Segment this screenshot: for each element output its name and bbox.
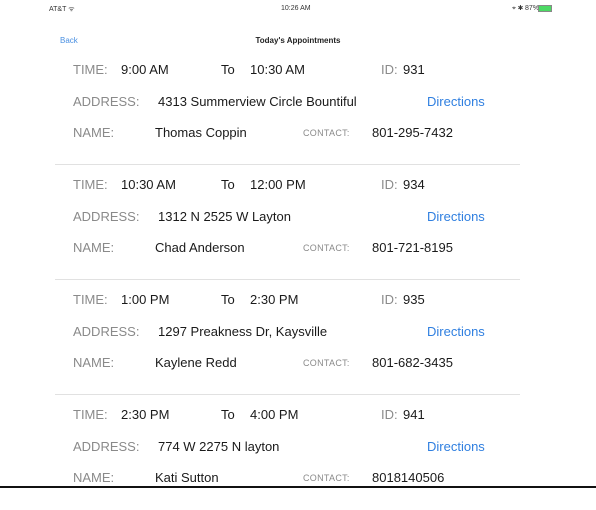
client-name: Thomas Coppin [155,125,247,140]
to-label: To [221,292,235,307]
contact-label: CONTACT: [303,243,350,253]
time-label: TIME: [73,177,108,192]
id-label: ID: [381,62,398,77]
contact-label: CONTACT: [303,128,350,138]
start-time: 10:30 AM [121,177,176,192]
address-value: 1312 N 2525 W Layton [158,209,291,224]
appointment-id: 931 [403,62,425,77]
name-label: NAME: [73,125,115,140]
appointment-card: TIME: 9:00 AM To 10:30 AM ID: 931 ADDRES… [55,50,520,165]
battery-icon [538,5,552,12]
id-label: ID: [381,177,398,192]
address-label: ADDRESS: [73,324,140,339]
status-bar: AT&T ᯤ 10:26 AM ⌖ ✱ 87% [0,0,596,20]
time-row: TIME: 1:00 PM To 2:30 PM ID: 935 [73,292,520,312]
address-value: 4313 Summerview Circle Bountiful [158,94,357,109]
contact-label: CONTACT: [303,473,350,483]
start-time: 9:00 AM [121,62,169,77]
time-label: TIME: [73,407,108,422]
appointment-card: TIME: 2:30 PM To 4:00 PM ID: 941 ADDRESS… [55,395,520,510]
bottom-border [0,486,596,488]
battery-label: ⌖ ✱ 87% [512,5,540,12]
directions-link[interactable]: Directions [427,324,485,339]
directions-link[interactable]: Directions [427,439,485,454]
client-name: Chad Anderson [155,240,245,255]
end-time: 2:30 PM [250,292,299,307]
status-time: 10:26 AM [281,5,311,12]
time-row: TIME: 10:30 AM To 12:00 PM ID: 934 [73,177,520,197]
directions-link[interactable]: Directions [427,209,485,224]
contact-phone[interactable]: 801-721-8195 [372,240,453,255]
end-time: 12:00 PM [250,177,306,192]
contact-phone[interactable]: 801-295-7432 [372,125,453,140]
to-label: To [221,177,235,192]
end-time: 10:30 AM [250,62,305,77]
appointments-list: TIME: 9:00 AM To 10:30 AM ID: 931 ADDRES… [55,50,520,510]
address-label: ADDRESS: [73,439,140,454]
start-time: 1:00 PM [121,292,170,307]
contact-phone[interactable]: 8018140506 [372,470,444,485]
time-row: TIME: 9:00 AM To 10:30 AM ID: 931 [73,62,520,82]
address-row: ADDRESS: 1312 N 2525 W Layton Directions [73,209,520,229]
id-label: ID: [381,407,398,422]
directions-link[interactable]: Directions [427,94,485,109]
name-label: NAME: [73,240,115,255]
end-time: 4:00 PM [250,407,299,422]
address-label: ADDRESS: [73,94,140,109]
appointment-id: 935 [403,292,425,307]
address-value: 774 W 2275 N layton [158,439,280,454]
address-label: ADDRESS: [73,209,140,224]
contact-phone[interactable]: 801-682-3435 [372,355,453,370]
name-row: NAME: Thomas Coppin CONTACT: 801-295-743… [73,125,520,145]
time-label: TIME: [73,292,108,307]
navigation-bar: Back Today's Appointments [0,20,596,50]
client-name: Kaylene Redd [155,355,237,370]
address-row: ADDRESS: 1297 Preakness Dr, Kaysville Di… [73,324,520,344]
start-time: 2:30 PM [121,407,170,422]
name-label: NAME: [73,355,115,370]
name-row: NAME: Chad Anderson CONTACT: 801-721-819… [73,240,520,260]
address-value: 1297 Preakness Dr, Kaysville [158,324,328,339]
address-row: ADDRESS: 4313 Summerview Circle Bountifu… [73,94,520,114]
address-row: ADDRESS: 774 W 2275 N layton Directions [73,439,520,459]
page-title: Today's Appointments [255,36,341,45]
name-label: NAME: [73,470,115,485]
to-label: To [221,62,235,77]
appointment-id: 934 [403,177,425,192]
appointment-id: 941 [403,407,425,422]
contact-label: CONTACT: [303,358,350,368]
appointment-card: TIME: 1:00 PM To 2:30 PM ID: 935 ADDRESS… [55,280,520,395]
name-row: NAME: Kaylene Redd CONTACT: 801-682-3435 [73,355,520,375]
id-label: ID: [381,292,398,307]
to-label: To [221,407,235,422]
client-name: Kati Sutton [155,470,219,485]
carrier-label: AT&T ᯤ [49,6,75,13]
time-label: TIME: [73,62,108,77]
appointment-card: TIME: 10:30 AM To 12:00 PM ID: 934 ADDRE… [55,165,520,280]
time-row: TIME: 2:30 PM To 4:00 PM ID: 941 [73,407,520,427]
